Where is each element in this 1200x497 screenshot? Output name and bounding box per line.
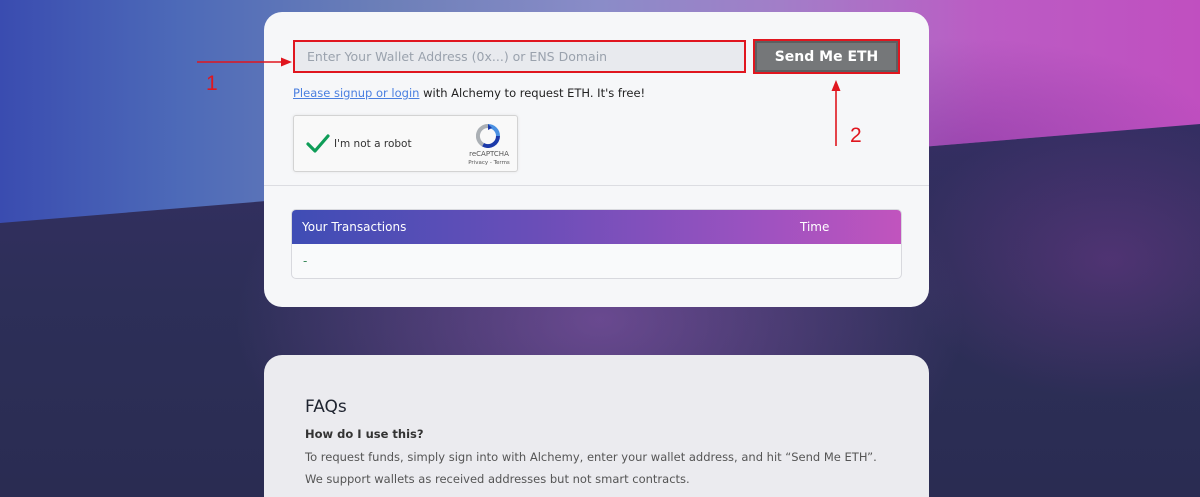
table-row-empty: - (303, 254, 308, 268)
captcha-label: I'm not a robot (334, 138, 412, 150)
annotation-marker-2: 2 (850, 124, 862, 147)
checkmark-icon[interactable] (306, 133, 330, 155)
captcha-terms-link[interactable]: Privacy - Terms (454, 160, 524, 166)
card-divider (264, 185, 929, 186)
column-header-transactions: Your Transactions (302, 220, 407, 234)
faucet-card: Send Me ETH Please signup or login with … (264, 12, 929, 307)
recaptcha-widget: I'm not a robot reCAPTCHA Privacy - Term… (293, 115, 518, 172)
wallet-address-input[interactable] (293, 40, 746, 73)
transactions-table: Your Transactions Time - (291, 209, 902, 279)
faq-title: FAQs (305, 397, 347, 417)
annotation-marker-1: 1 (206, 72, 218, 95)
faq-answer: To request funds, simply sign into with … (305, 450, 877, 486)
signup-prompt-text: with Alchemy to request ETH. It's free! (419, 86, 646, 100)
signup-prompt: Please signup or login with Alchemy to r… (293, 86, 645, 100)
transactions-table-header: Your Transactions Time (292, 210, 901, 244)
send-me-eth-button[interactable]: Send Me ETH (753, 39, 900, 74)
faq-card: FAQs How do I use this? To request funds… (264, 355, 929, 497)
signup-login-link[interactable]: Please signup or login (293, 86, 419, 100)
recaptcha-logo-icon (475, 123, 501, 149)
captcha-brand: reCAPTCHA (469, 150, 509, 158)
column-header-time: Time (800, 220, 830, 234)
faq-question: How do I use this? (305, 427, 424, 441)
